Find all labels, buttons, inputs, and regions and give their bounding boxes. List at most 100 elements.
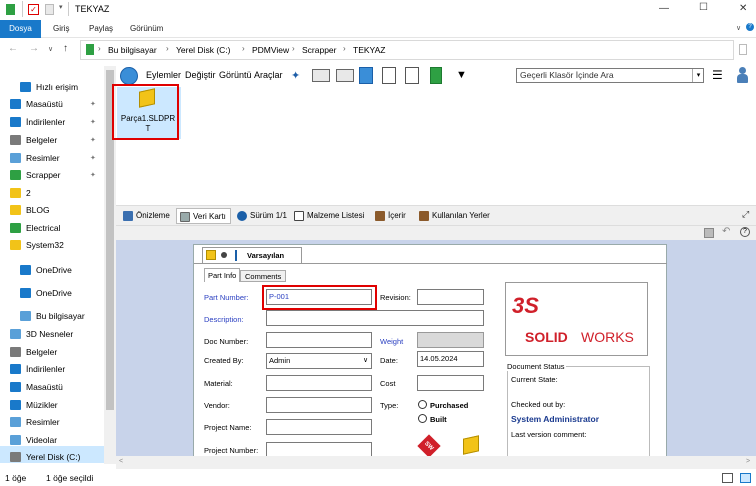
sidebar-item[interactable]: System32 [0,237,104,254]
tab-gorunum[interactable]: Görünüm [124,20,169,38]
vendor-field[interactable] [266,397,372,413]
ribbon-expand-icon[interactable]: ∨ [736,24,741,32]
check-out-icon[interactable] [382,67,396,84]
menu-tools[interactable]: Araçlar [254,70,283,80]
scroll-left-icon[interactable]: < [119,458,123,465]
checked-out-label: Checked out by: [511,400,566,409]
menu-actions[interactable]: Eylemler [146,70,181,80]
sidebar-item[interactable]: OneDrive [0,285,104,302]
config-tab[interactable]: Varsayılan [202,247,302,263]
get-latest-icon[interactable] [359,67,373,84]
datacard-scrollbar[interactable]: < > [116,456,756,469]
material-field[interactable] [266,375,372,391]
sidebar-item[interactable]: BLOG [0,202,104,219]
add-folder-icon[interactable] [312,69,330,82]
up-button[interactable]: ↑ [63,43,68,54]
sidebar-item[interactable]: Belgeler ✦ [0,132,104,149]
tab-datacard[interactable]: Veri Kartı [176,208,231,224]
tab-paylas[interactable]: Paylaş [83,20,119,38]
tab-label: Önizleme [136,211,170,220]
tab-giris[interactable]: Giriş [47,20,75,38]
ds-logo-mark: 3S [512,293,539,318]
highlight-box [262,285,377,310]
address-bar[interactable]: › Bu bilgisayar › Yerel Disk (C:) › PDMV… [80,40,734,60]
crumb-this-pc[interactable]: Bu bilgisayar [108,45,157,55]
tab-contains[interactable]: İçerir [372,208,406,224]
sidebar-item[interactable]: 2 [0,185,104,202]
sidebar-item[interactable]: Masaüstü [0,379,104,396]
tab-dosya[interactable]: Dosya [0,20,41,38]
save-icon[interactable] [704,228,714,238]
sidebar-item[interactable]: Hızlı erişim [0,79,104,96]
sidebar-item[interactable]: Videolar [0,432,104,449]
more-commands-icon[interactable]: ▼ [456,69,468,87]
sidebar-item-label: Masaüstü [26,382,63,392]
doc-number-field[interactable] [266,332,372,348]
revision-field[interactable] [417,289,484,305]
undo-icon[interactable]: ↶ [722,226,730,237]
menu-display[interactable]: Görüntü [219,70,252,80]
type-purchased-radio[interactable] [418,400,427,409]
sidebar-item[interactable]: Resimler [0,414,104,431]
minimize-button[interactable]: — [659,3,669,14]
check-in-icon[interactable] [405,67,419,84]
star-icon [20,82,31,92]
help-icon[interactable]: ? [746,23,754,31]
address-scrollbar[interactable] [739,44,747,55]
crumb-scrapper[interactable]: Scrapper [302,45,337,55]
sidebar-item[interactable]: Bu bilgisayar [0,308,104,325]
add-file-icon[interactable] [336,69,354,82]
crumb-local-disk[interactable]: Yerel Disk (C:) [176,45,230,55]
search-input[interactable]: Geçerli Klasör İçinde Ara [516,68,704,83]
recent-locations-button[interactable]: ∨ [48,45,53,53]
cost-field[interactable] [417,375,484,391]
tab-bom[interactable]: Malzeme Listesi [291,208,364,224]
expand-panel-icon[interactable]: ⤢ [742,209,749,220]
created-by-select[interactable]: Admin ∨ [266,353,372,369]
project-name-field[interactable] [266,419,372,435]
change-state-icon[interactable] [430,67,442,84]
sidebar-item[interactable]: Müzikler [0,397,104,414]
tab-version[interactable]: Sürüm 1/1 [234,208,287,224]
crumb-tekyaz[interactable]: TEKYAZ [353,45,385,55]
sidebar-item[interactable]: OneDrive [0,262,104,279]
back-button[interactable]: ← [8,43,18,54]
details-view-icon[interactable] [722,473,733,483]
chevron-down-icon: ∨ [363,357,369,364]
crumb-pdmview[interactable]: PDMView [252,45,289,55]
sidebar-item[interactable]: Yerel Disk (C:) [0,449,104,466]
sidebar-item-label: OneDrive [36,288,72,298]
search-dropdown-icon[interactable]: ▾ [692,69,704,82]
tab-comments[interactable]: Comments [240,270,287,282]
sidebar-item[interactable]: İndirilenler ✦ [0,114,104,131]
refresh-icon[interactable] [120,67,138,85]
forward-button[interactable]: → [29,43,39,54]
sidebar-item[interactable]: 3D Nesneler [0,326,104,343]
sidebar-item[interactable]: Masaüstü ✦ [0,96,104,113]
tab-preview[interactable]: Önizleme [120,208,170,224]
document-status-title: Document Status [506,362,566,371]
scroll-right-icon[interactable]: > [746,458,750,465]
search-options-icon[interactable]: ☰ [712,68,728,86]
close-button[interactable]: ✕ [739,3,747,14]
pin-icon[interactable]: ✦ [291,69,303,87]
type-built-radio[interactable] [418,414,427,423]
large-icons-view-icon[interactable] [740,473,751,483]
date-field[interactable]: 14.05.2024 [417,351,484,367]
tab-where-used[interactable]: Kullanılan Yerler [416,208,490,224]
menu-modify[interactable]: Değiştir [185,70,216,80]
description-field[interactable] [266,310,484,326]
tab-part-info[interactable]: Part Info [204,268,241,282]
new-folder-icon[interactable] [45,4,54,15]
customize-quick-access-icon[interactable]: ▾ [59,3,63,11]
sidebar-item[interactable]: Scrapper ✦ [0,167,104,184]
sidebar-item[interactable]: Belgeler [0,344,104,361]
sidebar-item[interactable]: İndirilenler [0,361,104,378]
sidebar-item[interactable]: Resimler ✦ [0,150,104,167]
maximize-button[interactable]: ☐ [699,2,708,13]
item-count: 1 öğe [5,473,27,483]
sidebar-item[interactable]: Electrical [0,220,104,237]
help-icon[interactable]: ? [740,227,750,237]
properties-icon[interactable]: ✓ [28,4,39,15]
user-icon[interactable] [736,66,748,84]
